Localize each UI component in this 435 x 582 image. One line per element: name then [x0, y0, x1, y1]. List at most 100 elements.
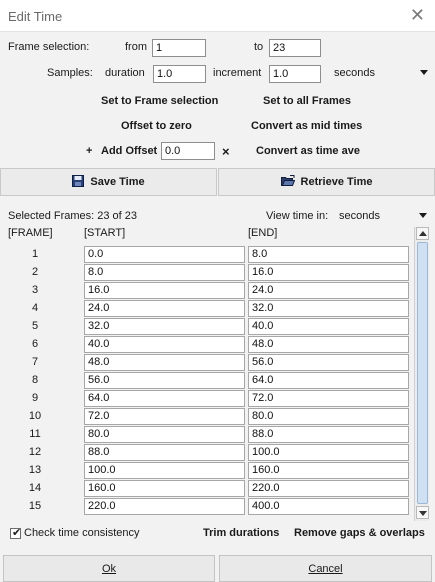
table-row: 2 8.0 16.0 — [8, 264, 413, 282]
end-time-cell[interactable]: 100.0 — [248, 444, 409, 461]
scrollbar-thumb[interactable] — [417, 242, 428, 504]
frame-number: 10 — [28, 410, 42, 422]
add-offset-button[interactable]: Add Offset — [101, 145, 157, 157]
frame-number: 6 — [31, 338, 39, 350]
check-time-consistency-checkbox[interactable]: ✔ — [10, 527, 22, 539]
cancel-button[interactable]: Cancel — [219, 555, 432, 582]
end-time-cell[interactable]: 400.0 — [248, 498, 409, 515]
from-label: from — [125, 41, 147, 53]
to-label: to — [254, 41, 264, 53]
end-time-cell[interactable]: 220.0 — [248, 480, 409, 497]
frame-number: 8 — [31, 374, 39, 386]
trim-durations-button[interactable]: Trim durations — [203, 527, 279, 539]
start-time-cell[interactable]: 40.0 — [84, 336, 245, 353]
end-time-cell[interactable]: 88.0 — [248, 426, 409, 443]
start-time-cell[interactable]: 100.0 — [84, 462, 245, 479]
table-row: 14 160.0 220.0 — [8, 480, 413, 498]
start-time-cell[interactable]: 48.0 — [84, 354, 245, 371]
start-time-cell[interactable]: 80.0 — [84, 426, 245, 443]
frame-number: 15 — [28, 500, 42, 512]
ok-button[interactable]: Ok — [3, 555, 215, 582]
end-time-cell[interactable]: 72.0 — [248, 390, 409, 407]
chevron-down-icon[interactable] — [419, 213, 427, 218]
set-to-frame-selection-button[interactable]: Set to Frame selection — [101, 95, 218, 107]
column-header-start: [START] — [84, 227, 126, 239]
cancel-label: Cancel — [308, 562, 343, 575]
start-time-cell[interactable]: 32.0 — [84, 318, 245, 335]
start-time-cell[interactable]: 56.0 — [84, 372, 245, 389]
table-row: 15 220.0 400.0 — [8, 498, 413, 516]
end-time-cell[interactable]: 80.0 — [248, 408, 409, 425]
frame-number: 7 — [31, 356, 39, 368]
end-time-cell[interactable]: 24.0 — [248, 282, 409, 299]
floppy-disk-icon — [72, 174, 85, 190]
frame-number: 5 — [31, 320, 39, 332]
start-time-cell[interactable]: 0.0 — [84, 246, 245, 263]
open-folder-icon — [280, 174, 295, 190]
arrow-up-icon — [419, 231, 427, 236]
end-time-cell[interactable]: 48.0 — [248, 336, 409, 353]
table-row: 11 80.0 88.0 — [8, 426, 413, 444]
start-time-cell[interactable]: 88.0 — [84, 444, 245, 461]
column-header-end: [END] — [248, 227, 278, 239]
samples-unit-select[interactable]: seconds — [334, 67, 375, 79]
to-frame-input[interactable] — [269, 39, 321, 57]
table-vertical-scrollbar[interactable] — [414, 227, 429, 521]
save-time-button[interactable]: Save Time — [0, 168, 217, 196]
selected-frames-status: Selected Frames: 23 of 23 — [8, 210, 138, 222]
start-time-cell[interactable]: 8.0 — [84, 264, 245, 281]
end-time-cell[interactable]: 160.0 — [248, 462, 409, 479]
plus-icon[interactable]: + — [86, 145, 92, 157]
clear-offset-icon[interactable]: × — [222, 144, 230, 159]
start-time-cell[interactable]: 160.0 — [84, 480, 245, 497]
start-time-cell[interactable]: 16.0 — [84, 282, 245, 299]
offset-to-zero-button[interactable]: Offset to zero — [121, 120, 192, 132]
table-row: 10 72.0 80.0 — [8, 408, 413, 426]
set-to-all-frames-button[interactable]: Set to all Frames — [263, 95, 351, 107]
title-bar: Edit Time ✕ — [0, 0, 435, 32]
close-icon[interactable]: ✕ — [410, 5, 425, 26]
start-time-cell[interactable]: 220.0 — [84, 498, 245, 515]
start-time-cell[interactable]: 72.0 — [84, 408, 245, 425]
from-frame-input[interactable] — [152, 39, 206, 57]
end-time-cell[interactable]: 40.0 — [248, 318, 409, 335]
frame-number: 12 — [28, 446, 42, 458]
duration-input[interactable] — [153, 65, 206, 83]
table-row: 9 64.0 72.0 — [8, 390, 413, 408]
table-row: 6 40.0 48.0 — [8, 336, 413, 354]
remove-gaps-overlaps-button[interactable]: Remove gaps & overlaps — [294, 527, 425, 539]
view-time-select[interactable]: seconds — [339, 210, 380, 222]
frame-selection-label: Frame selection: — [8, 41, 90, 53]
table-row: 12 88.0 100.0 — [8, 444, 413, 462]
table-row: 13 100.0 160.0 — [8, 462, 413, 480]
increment-input[interactable] — [269, 65, 321, 83]
frame-number: 2 — [31, 266, 39, 278]
table-row: 8 56.0 64.0 — [8, 372, 413, 390]
frame-number: 14 — [28, 482, 42, 494]
arrow-down-icon — [419, 511, 427, 516]
checkmark-icon: ✔ — [12, 527, 22, 539]
end-time-cell[interactable]: 8.0 — [248, 246, 409, 263]
start-time-cell[interactable]: 24.0 — [84, 300, 245, 317]
frame-number: 11 — [29, 428, 41, 440]
chevron-down-icon[interactable] — [420, 70, 428, 75]
scroll-up-button[interactable] — [416, 227, 429, 240]
add-offset-input[interactable] — [161, 142, 215, 160]
samples-label: Samples: — [47, 67, 93, 79]
table-row: 5 32.0 40.0 — [8, 318, 413, 336]
end-time-cell[interactable]: 32.0 — [248, 300, 409, 317]
end-time-cell[interactable]: 64.0 — [248, 372, 409, 389]
frame-number: 3 — [31, 284, 39, 296]
frame-number: 9 — [31, 392, 39, 404]
end-time-cell[interactable]: 16.0 — [248, 264, 409, 281]
table-row: 7 48.0 56.0 — [8, 354, 413, 372]
retrieve-time-button[interactable]: Retrieve Time — [218, 168, 435, 196]
save-time-label: Save Time — [90, 176, 145, 188]
end-time-cell[interactable]: 56.0 — [248, 354, 409, 371]
convert-as-time-ave-button[interactable]: Convert as time ave — [256, 145, 360, 157]
start-time-cell[interactable]: 64.0 — [84, 390, 245, 407]
duration-label: duration — [105, 67, 145, 79]
convert-as-mid-times-button[interactable]: Convert as mid times — [251, 120, 362, 132]
ok-label: Ok — [101, 562, 117, 575]
scroll-down-button[interactable] — [416, 506, 429, 519]
